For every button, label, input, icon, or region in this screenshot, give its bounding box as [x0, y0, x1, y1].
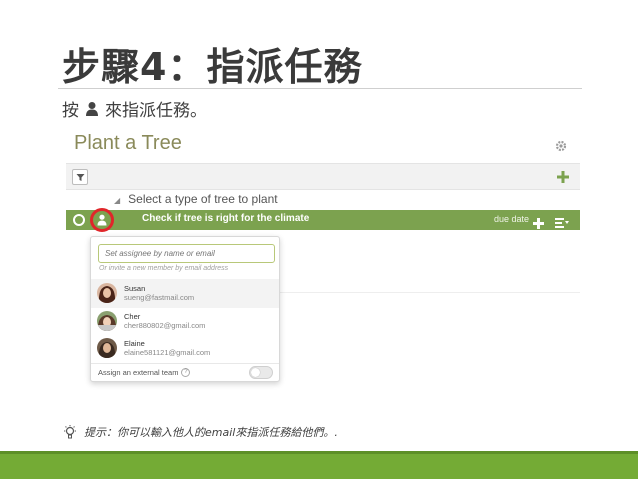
external-team-label: Assign an external team: [98, 368, 179, 377]
title-divider: [58, 88, 582, 89]
member-name: Susan: [124, 284, 146, 293]
plus-icon: [557, 171, 569, 183]
plus-icon[interactable]: [533, 214, 544, 229]
filter-icon: [76, 174, 85, 181]
section-label: Select a type of tree to plant: [128, 192, 278, 206]
footer-stripe: [0, 451, 638, 454]
user-icon: [85, 101, 99, 117]
member-name: Elaine: [124, 339, 145, 348]
avatar: [97, 338, 117, 358]
assign-user-button[interactable]: [90, 208, 114, 232]
invite-hint[interactable]: Or invite a new member by email address: [99, 265, 228, 272]
add-task-button[interactable]: [556, 169, 570, 183]
tip-text: 提示：你可以輸入他人的email來指派任務給他們。.: [84, 426, 338, 439]
member-name: Cher: [124, 312, 141, 321]
collapse-caret-icon[interactable]: ◢: [114, 196, 120, 205]
member-item-cher[interactable]: Cher cher880802@gmail.com: [91, 307, 279, 336]
checkbox-circle-icon[interactable]: [73, 214, 85, 226]
task-row[interactable]: Check if tree is right for the climate d…: [66, 208, 580, 232]
project-title: Plant a Tree: [74, 132, 182, 154]
help-icon[interactable]: ?: [181, 368, 191, 377]
external-team-row: Assign an external team ?: [98, 368, 191, 377]
filter-button[interactable]: [72, 169, 88, 185]
popup-divider: [91, 363, 279, 364]
task-name[interactable]: Check if tree is right for the climate: [142, 213, 309, 224]
project-toolbar: [66, 163, 580, 190]
toggle-knob: [251, 368, 260, 377]
due-date-button[interactable]: due date: [494, 214, 529, 224]
avatar: [97, 311, 117, 331]
external-team-toggle[interactable]: [249, 366, 273, 379]
member-email: sueng@fastmail.com: [124, 293, 195, 302]
row-divider: [276, 292, 580, 293]
task-app: Plant a Tree ◢ Select a type of tree to p…: [66, 126, 580, 391]
assignee-search-input[interactable]: [98, 244, 275, 263]
member-email: cher880802@gmail.com: [124, 321, 206, 330]
section-header[interactable]: ◢ Select a type of tree to plant: [114, 192, 278, 206]
footer-band: [0, 451, 638, 479]
gear-icon[interactable]: [554, 138, 568, 152]
user-icon: [97, 214, 107, 226]
avatar: [97, 283, 117, 303]
member-email: elaine581121@gmail.com: [124, 348, 211, 357]
member-item-elaine[interactable]: Elaine elaine581121@gmail.com: [91, 334, 279, 363]
lightbulb-icon: [62, 424, 78, 440]
instruction-before: 按: [62, 101, 79, 121]
tip-line: 提示：你可以輸入他人的email來指派任務給他們。.: [62, 424, 338, 440]
instruction-after: 來指派任務。: [105, 101, 207, 121]
member-item-susan[interactable]: Susan sueng@fastmail.com: [91, 279, 279, 308]
slide-title: 步驟4：指派任務: [62, 45, 363, 89]
assign-popup: Or invite a new member by email address …: [90, 236, 280, 382]
instruction-line: 按 來指派任務。: [62, 96, 207, 121]
menu-icon[interactable]: [555, 214, 569, 228]
